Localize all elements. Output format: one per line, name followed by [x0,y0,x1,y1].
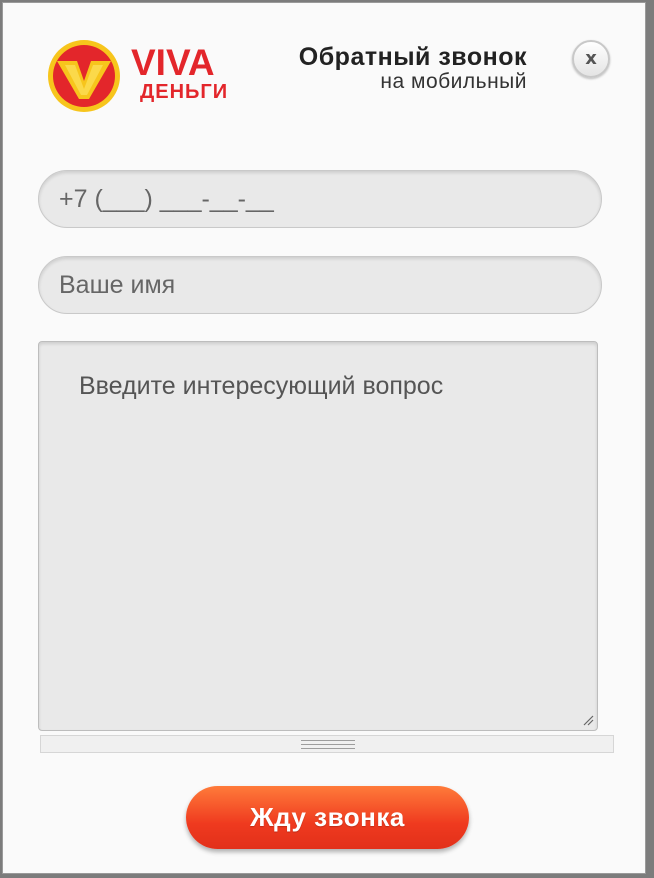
brand-logo: VIVA ДЕНЬГИ [43,35,243,115]
resize-bar[interactable] [40,735,614,753]
name-input[interactable] [38,256,602,314]
submit-button[interactable]: Жду звонка [186,786,469,849]
brand-name: VIVA [131,42,215,83]
drag-handle-icon[interactable] [301,740,355,749]
dialog-title: Обратный звонок [298,43,527,71]
resize-grip-icon[interactable] [582,714,594,726]
phone-input[interactable] [38,170,602,228]
close-button[interactable]: x [572,40,610,78]
close-icon: x [585,48,597,69]
dialog-subtitle: на мобильный [380,70,527,93]
dialog-heading: Обратный звонок на мобильный [299,43,527,93]
question-textarea[interactable] [38,341,598,731]
brand-subname: ДЕНЬГИ [140,81,229,103]
viva-v-logo-icon [48,40,120,112]
